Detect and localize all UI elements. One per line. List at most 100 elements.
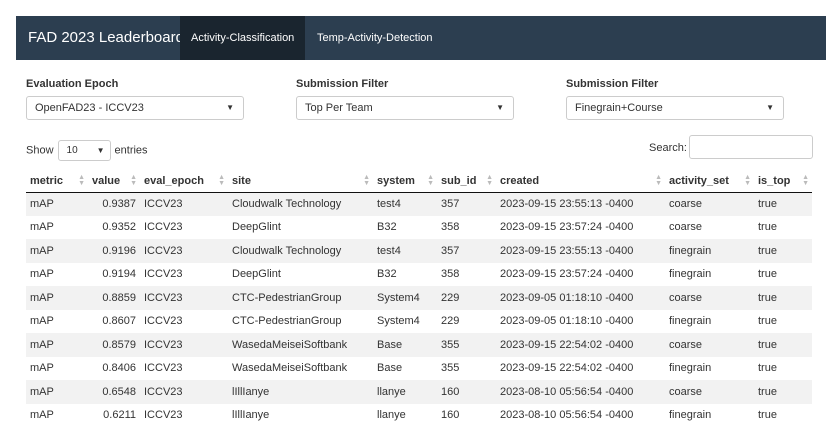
- cell-sub-id: 358: [441, 221, 460, 234]
- cell-site: WasedaMeiseiSoftbank: [232, 362, 348, 375]
- table-row[interactable]: mAP 0.9194 ICCV23 DeepGlint B32 358 2023-09-15…: [26, 263, 812, 287]
- entries-per-page-value: 10: [66, 145, 78, 156]
- cell-value: 0.9196: [88, 239, 140, 263]
- cell-site: DeepGlint: [232, 221, 281, 234]
- cell-system: System4: [377, 315, 420, 328]
- cell-eval-epoch: ICCV23: [144, 315, 183, 328]
- cell-created: 2023-09-15 22:54:02 -0400: [500, 362, 634, 375]
- table-row[interactable]: mAP 0.9196 ICCV23 Cloudwalk Technology test4…: [26, 239, 812, 263]
- cell-activity-set: finegrain: [665, 239, 754, 263]
- column-header-label: sub_id: [441, 174, 477, 187]
- cell-sub-id: 358: [441, 268, 460, 281]
- cell-activity-set: finegrain: [669, 362, 712, 375]
- column-header-site[interactable]: site ▲ ▼: [228, 170, 373, 193]
- column-header-value[interactable]: value ▲ ▼: [88, 170, 140, 193]
- cell-site: Cloudwalk Technology: [228, 192, 373, 216]
- cell-site: lIllIanye: [232, 409, 270, 422]
- submission-filter-select[interactable]: Top Per Team ▼: [296, 96, 514, 120]
- table-row[interactable]: mAP 0.8579 ICCV23 WasedaMeiseiSoftbank Base 3…: [26, 333, 812, 357]
- activity-set-filter-select[interactable]: Finegrain+Course ▼: [566, 96, 784, 120]
- sort-icon: ▲ ▼: [130, 174, 137, 187]
- cell-value: 0.9387: [88, 192, 140, 216]
- cell-is-top: true: [754, 286, 812, 310]
- column-header-label: created: [500, 174, 540, 187]
- cell-value: 0.9194: [102, 268, 136, 281]
- table-row[interactable]: mAP 0.8406 ICCV23 WasedaMeiseiSoftbank Base 3…: [26, 357, 812, 381]
- cell-system: llanye: [373, 380, 437, 404]
- table-row[interactable]: mAP 0.9352 ICCV23 DeepGlint B32 358 2023-09-15…: [26, 216, 812, 240]
- top-navbar: FAD 2023 Leaderboard Activity-Classifica…: [16, 16, 826, 60]
- cell-activity-set: finegrain: [669, 409, 712, 422]
- cell-value: 0.8607: [102, 315, 136, 328]
- table-row[interactable]: mAP 0.8607 ICCV23 CTC-PedestrianGroup System…: [26, 310, 812, 334]
- table-row[interactable]: mAP 0.6548 ICCV23 lIllIanye llanye 160 2023-08…: [26, 380, 812, 404]
- column-header-activity-set[interactable]: activity_set ▲ ▼: [665, 170, 754, 193]
- column-header-label: system: [377, 174, 415, 187]
- cell-created: 2023-09-15 23:57:24 -0400: [500, 221, 634, 234]
- column-header-label: is_top: [758, 174, 791, 187]
- caret-down-icon: ▼: [496, 103, 504, 112]
- cell-value: 0.8859: [88, 286, 140, 310]
- cell-metric: mAP: [26, 333, 88, 357]
- column-header-is-top[interactable]: is_top ▲ ▼: [754, 170, 812, 193]
- length-menu-suffix: entries: [114, 144, 148, 157]
- cell-is-top: true: [758, 315, 777, 328]
- submission-filter-label: Submission Filter: [296, 78, 389, 90]
- sort-icon: ▲ ▼: [744, 174, 751, 187]
- chevron-down-icon: ▼: [96, 146, 105, 155]
- cell-created: 2023-09-05 01:18:10 -0400: [500, 315, 634, 328]
- tab-temp-activity-detection[interactable]: Temp-Activity-Detection: [306, 16, 444, 60]
- cell-metric: mAP: [26, 286, 88, 310]
- cell-metric: mAP: [30, 315, 54, 328]
- search-input[interactable]: [689, 135, 813, 159]
- cell-created: 2023-09-15 23:55:13 -0400: [496, 192, 665, 216]
- cell-created: 2023-09-05 01:18:10 -0400: [496, 286, 665, 310]
- caret-down-icon: ▼: [766, 103, 774, 112]
- cell-is-top: true: [754, 380, 812, 404]
- entries-per-page-select[interactable]: 10 ▼: [57, 140, 111, 161]
- cell-site: WasedaMeiseiSoftbank: [228, 333, 373, 357]
- cell-system: Base: [377, 362, 403, 375]
- cell-metric: mAP: [26, 380, 88, 404]
- cell-metric: mAP: [30, 409, 54, 422]
- cell-is-top: true: [754, 239, 812, 263]
- column-header-system[interactable]: system ▲ ▼: [373, 170, 437, 193]
- cell-metric: mAP: [26, 192, 88, 216]
- table-row[interactable]: mAP 0.9387 ICCV23 Cloudwalk Technology test4…: [26, 192, 812, 216]
- table-row[interactable]: mAP 0.6211 ICCV23 lIllIanye llanye 160 2023-08…: [26, 404, 812, 428]
- column-header-eval-epoch[interactable]: eval_epoch ▲ ▼: [140, 170, 228, 193]
- cell-value: 0.8579: [88, 333, 140, 357]
- caret-down-icon: ▼: [226, 103, 234, 112]
- column-header-metric[interactable]: metric ▲ ▼: [26, 170, 88, 193]
- cell-metric: mAP: [30, 362, 54, 375]
- cell-is-top: true: [758, 409, 777, 422]
- cell-site: lIllIanye: [228, 380, 373, 404]
- cell-activity-set: finegrain: [669, 315, 712, 328]
- cell-created: 2023-08-10 05:56:54 -0400: [500, 409, 634, 422]
- cell-eval-epoch: ICCV23: [140, 380, 228, 404]
- submission-filter-value: Top Per Team: [305, 102, 373, 114]
- cell-value: 0.6548: [88, 380, 140, 404]
- app-title[interactable]: FAD 2023 Leaderboard: [28, 16, 184, 60]
- column-header-sub-id[interactable]: sub_id ▲ ▼: [437, 170, 496, 193]
- cell-site: CTC-PedestrianGroup: [228, 286, 373, 310]
- column-header-label: site: [232, 174, 251, 187]
- column-header-label: metric: [30, 174, 64, 187]
- sort-icon: ▲ ▼: [486, 174, 493, 187]
- cell-eval-epoch: ICCV23: [144, 409, 183, 422]
- table-header-row: metric ▲ ▼ value ▲ ▼ eval_epoch ▲ ▼ site ▲ ▼ system ▲…: [26, 170, 812, 193]
- column-header-created[interactable]: created ▲ ▼: [496, 170, 665, 193]
- cell-eval-epoch: ICCV23: [140, 239, 228, 263]
- length-menu: Show 10 ▼ entries: [26, 140, 148, 161]
- cell-site: CTC-PedestrianGroup: [232, 315, 342, 328]
- cell-sub-id: 229: [437, 286, 496, 310]
- cell-eval-epoch: ICCV23: [140, 333, 228, 357]
- cell-metric: mAP: [30, 221, 54, 234]
- cell-system: test4: [373, 239, 437, 263]
- tab-activity-classification[interactable]: Activity-Classification: [180, 16, 306, 60]
- cell-sub-id: 355: [437, 333, 496, 357]
- table-row[interactable]: mAP 0.8859 ICCV23 CTC-PedestrianGroup System…: [26, 286, 812, 310]
- cell-sub-id: 357: [437, 192, 496, 216]
- evaluation-epoch-select[interactable]: OpenFAD23 - ICCV23 ▼: [26, 96, 244, 120]
- length-menu-prefix: Show: [26, 144, 54, 157]
